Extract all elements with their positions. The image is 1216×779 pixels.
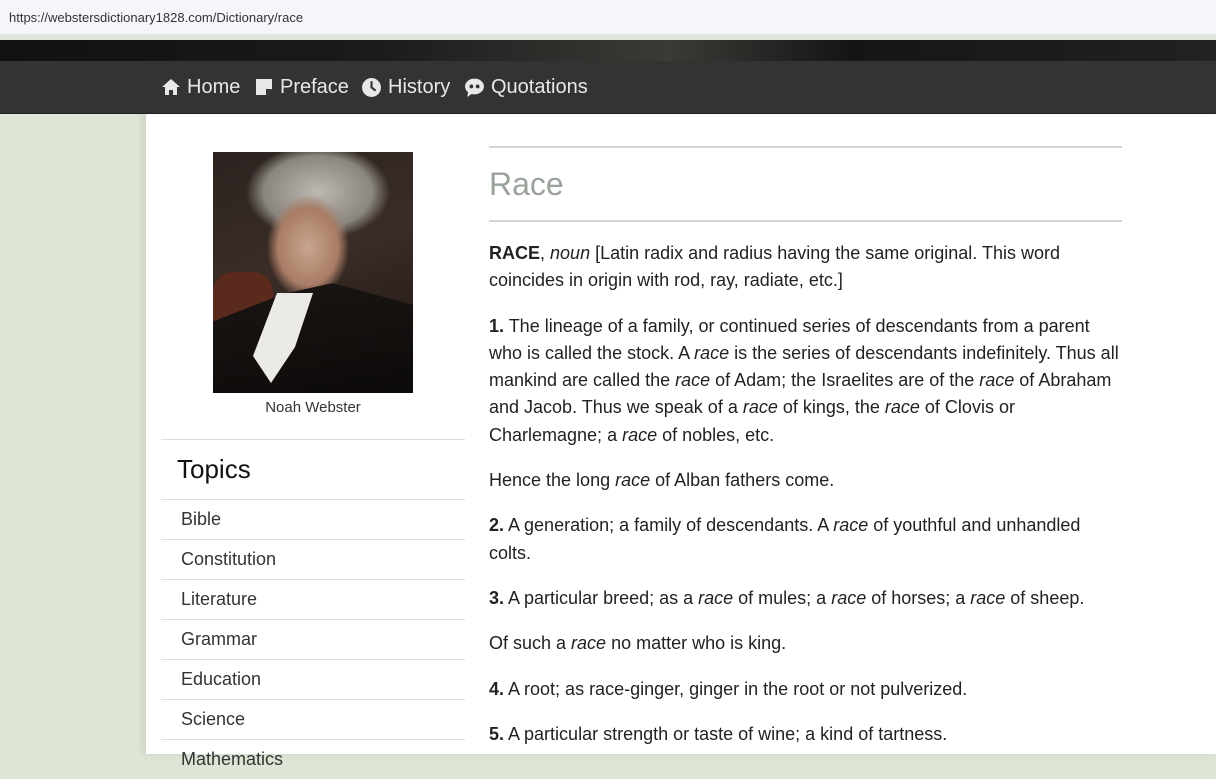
definition-2: 2. A generation; a family of descendants…	[489, 515, 1081, 563]
title-rule-top	[489, 146, 1122, 148]
topic-link-constitution[interactable]: Constitution	[161, 539, 465, 579]
topic-link-education[interactable]: Education	[161, 659, 465, 699]
nav-home[interactable]: Home	[161, 61, 240, 113]
entry-title: Race	[489, 166, 564, 202]
part-of-speech: noun	[550, 243, 591, 263]
topic-link-literature[interactable]: Literature	[161, 579, 465, 619]
topic-link-grammar[interactable]: Grammar	[161, 619, 465, 659]
divider	[161, 439, 465, 440]
nav-quotations-label: Quotations	[491, 76, 588, 98]
topics-heading: Topics	[177, 454, 251, 484]
nav-history[interactable]: History	[361, 61, 450, 113]
quotation-2: Of such a race no matter who is king.	[489, 633, 787, 654]
url-text[interactable]: https://webstersdictionary1828.com/Dicti…	[0, 10, 303, 25]
address-bar[interactable]: https://webstersdictionary1828.com/Dicti…	[0, 0, 1216, 35]
etymology: RACE, noun [Latin radix and radius havin…	[489, 243, 1061, 291]
top-navbar: Home Preface History Quotations	[0, 61, 1216, 114]
definition-content: Race RACE, noun [Latin radix and radius …	[489, 146, 1122, 766]
topic-link-mathematics[interactable]: Mathematics	[161, 739, 465, 779]
header-banner	[0, 40, 1216, 61]
clock-icon	[361, 77, 382, 98]
topic-link-science[interactable]: Science	[161, 699, 465, 739]
quote-icon	[464, 77, 485, 98]
definition-1: 1. The lineage of a family, or continued…	[489, 315, 1119, 445]
definition-4: 4. A root; as race-ginger, ginger in the…	[489, 678, 968, 699]
nav-preface-label: Preface	[280, 76, 349, 98]
noah-webster-portrait	[213, 152, 413, 393]
page-container: Noah Webster Topics Bible Constitution L…	[146, 114, 1216, 769]
nav-quotations[interactable]: Quotations	[464, 61, 588, 113]
definition-5: 5. A particular strength or taste of win…	[489, 723, 948, 744]
nav-preface[interactable]: Preface	[254, 61, 349, 113]
quotation-1: Hence the long race of Alban fathers com…	[489, 470, 835, 491]
topic-link-bible[interactable]: Bible	[161, 499, 465, 539]
home-icon	[161, 77, 181, 97]
note-icon	[254, 77, 274, 97]
nav-home-label: Home	[187, 76, 241, 98]
title-rule-bottom	[489, 220, 1122, 222]
definition-3: 3. A particular breed; as a race of mule…	[489, 587, 1085, 608]
nav-history-label: History	[388, 76, 451, 98]
head-word: RACE	[489, 243, 541, 263]
portrait-caption: Noah Webster	[265, 399, 361, 416]
